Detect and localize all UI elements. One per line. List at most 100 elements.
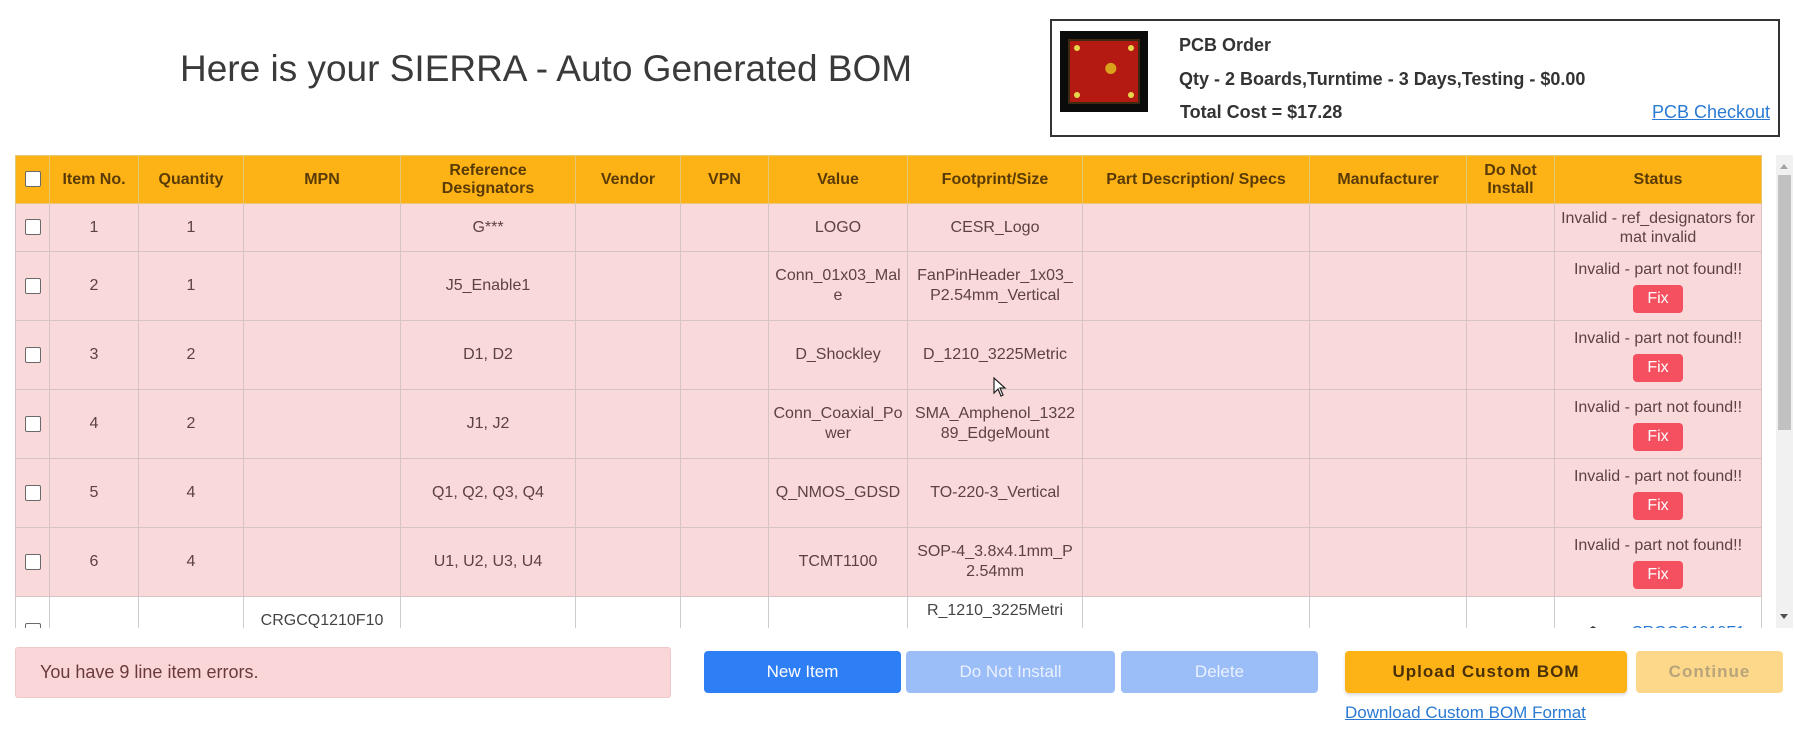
row-checkbox[interactable] [24, 277, 41, 294]
table-row[interactable]: 5 4 Q1, Q2, Q3, Q4 Q_NMOS_GDSD TO-220-3_Vert… [15, 458, 1762, 528]
do-not-install-button[interactable]: Do Not Install [906, 651, 1115, 693]
header-quantity[interactable]: Quantity [138, 155, 244, 204]
pcb-checkout-link[interactable]: PCB Checkout [1652, 102, 1770, 123]
header-do-not-install[interactable]: Do Not Install [1466, 155, 1555, 204]
cell-description [1082, 251, 1310, 321]
upload-custom-bom-button[interactable]: Upload Custom BOM [1345, 651, 1627, 693]
scrollbar-thumb[interactable] [1778, 175, 1791, 430]
header-vpn[interactable]: VPN [680, 155, 769, 204]
table-row[interactable]: 4 2 J1, J2 Conn_Coaxial_Power SMA_Amphenol_1… [15, 389, 1762, 459]
errors-message: You have 9 line item errors. [40, 662, 259, 682]
cell-select [15, 596, 50, 628]
cell-status: Invalid - part not found!! Fix [1554, 527, 1762, 597]
cell-vpn [680, 320, 769, 390]
status-text: Invalid - part not found!! [1573, 398, 1743, 416]
status-text: Invalid - part not found!! [1573, 536, 1743, 554]
part-link[interactable]: CRGCQ1210F1 [1631, 624, 1745, 628]
cell-mpn [243, 203, 401, 252]
cell-quantity: 1 [138, 251, 244, 321]
cell-vpn [680, 389, 769, 459]
row-checkbox[interactable] [24, 623, 41, 628]
header-manufacturer[interactable]: Manufacturer [1309, 155, 1467, 204]
continue-button[interactable]: Continue [1636, 651, 1783, 693]
cell-manufacturer [1309, 203, 1467, 252]
cell-description [1082, 389, 1310, 459]
page-title: Here is your SIERRA - Auto Generated BOM [180, 48, 913, 89]
status-text: Invalid - ref_designators format invalid [1561, 209, 1755, 246]
cell-manufacturer [1309, 320, 1467, 390]
row-checkbox[interactable] [24, 219, 41, 236]
header-description[interactable]: Part Description/ Specs [1082, 155, 1310, 204]
cell-select[interactable] [15, 389, 50, 459]
cell-select[interactable] [15, 458, 50, 528]
table-row[interactable]: 3 2 D1, D2 D_Shockley D_1210_3225Metric Inval… [15, 320, 1762, 390]
cell-quantity: 2 [138, 389, 244, 459]
fix-button[interactable]: Fix [1633, 422, 1683, 451]
row-checkbox[interactable] [24, 415, 41, 432]
table-row[interactable]: 2 1 J5_Enable1 Conn_01x03_Male FanPinHeader_… [15, 251, 1762, 321]
table-row[interactable]: CRGCQ1210F10 R_1210_3225Metri CRGCQ1210F1 [15, 596, 1762, 628]
row-checkbox[interactable] [24, 484, 41, 501]
cell-select[interactable] [15, 203, 50, 252]
fix-button[interactable]: Fix [1633, 353, 1683, 382]
cell-select[interactable] [15, 320, 50, 390]
cell-mpn [243, 251, 401, 321]
cell-mpn [243, 527, 401, 597]
header-mpn[interactable]: MPN [243, 155, 401, 204]
delete-button[interactable]: Delete [1121, 651, 1318, 693]
cell-do-not-install [1466, 251, 1555, 321]
header-reference-designators[interactable]: Reference Designators [400, 155, 576, 204]
cell-status: CRGCQ1210F1 [1554, 596, 1762, 628]
cell-select[interactable] [15, 527, 50, 597]
row-checkbox[interactable] [24, 346, 41, 363]
cell-value: LOGO [768, 203, 908, 252]
cell-reference-designators: Q1, Q2, Q3, Q4 [400, 458, 576, 528]
bom-table: Item No. Quantity MPN Reference Designat… [15, 155, 1762, 628]
cell-vpn [680, 251, 769, 321]
scroll-down-arrow-icon[interactable] [1780, 614, 1788, 619]
cell-value: TCMT1100 [768, 527, 908, 597]
new-item-button[interactable]: New Item [704, 651, 901, 693]
line-item-errors-alert: You have 9 line item errors. [15, 647, 671, 698]
cell-status: Invalid - part not found!! Fix [1554, 389, 1762, 459]
cell-value: Conn_01x03_Male [768, 251, 908, 321]
download-custom-bom-format-link[interactable]: Download Custom BOM Format [1345, 703, 1586, 723]
cell-mpn: CRGCQ1210F10 [243, 596, 401, 628]
table-scrollbar[interactable] [1776, 155, 1793, 628]
select-all-checkbox[interactable] [24, 171, 41, 188]
cell-value: Conn_Coaxial_Power [768, 389, 908, 459]
cell-do-not-install [1466, 527, 1555, 597]
header-item-no[interactable]: Item No. [49, 155, 139, 204]
cell-vendor [575, 527, 681, 597]
status-text: Invalid - part not found!! [1573, 329, 1743, 347]
cell-mpn [243, 389, 401, 459]
cell-select[interactable] [15, 251, 50, 321]
table-row[interactable]: 1 1 G*** LOGO CESR_Logo Invalid - ref_designa… [15, 203, 1762, 252]
cell-manufacturer [1309, 251, 1467, 321]
pcb-order-title: PCB Order [1179, 35, 1272, 55]
header-select-all[interactable] [15, 155, 50, 204]
fix-button[interactable]: Fix [1633, 491, 1683, 520]
pcb-total-cost: Total Cost = $17.28 [1180, 102, 1343, 122]
table-row[interactable]: 6 4 U1, U2, U3, U4 TCMT1100 SOP-4_3.8x4.1mm_… [15, 527, 1762, 597]
cell-description [1082, 527, 1310, 597]
cell-vpn [680, 527, 769, 597]
fix-button[interactable]: Fix [1633, 284, 1683, 313]
status-text: Invalid - part not found!! [1573, 467, 1743, 485]
cell-item-no: 2 [49, 251, 139, 321]
fix-button[interactable]: Fix [1633, 560, 1683, 589]
header-status[interactable]: Status [1554, 155, 1762, 204]
cell-quantity: 2 [138, 320, 244, 390]
pcb-board-icon [1068, 39, 1140, 104]
cell-reference-designators: J5_Enable1 [400, 251, 576, 321]
header-footprint[interactable]: Footprint/Size [907, 155, 1083, 204]
row-checkbox[interactable] [24, 553, 41, 570]
cell-footprint: CESR_Logo [907, 203, 1083, 252]
cell-manufacturer [1309, 458, 1467, 528]
header-vendor[interactable]: Vendor [575, 155, 681, 204]
scroll-up-arrow-icon[interactable] [1780, 164, 1788, 169]
pcb-order-specs: Qty - 2 Boards,Turntime - 3 Days,Testing… [1179, 69, 1586, 89]
header-value[interactable]: Value [768, 155, 908, 204]
cell-mpn [243, 458, 401, 528]
cell-item-no: 3 [49, 320, 139, 390]
